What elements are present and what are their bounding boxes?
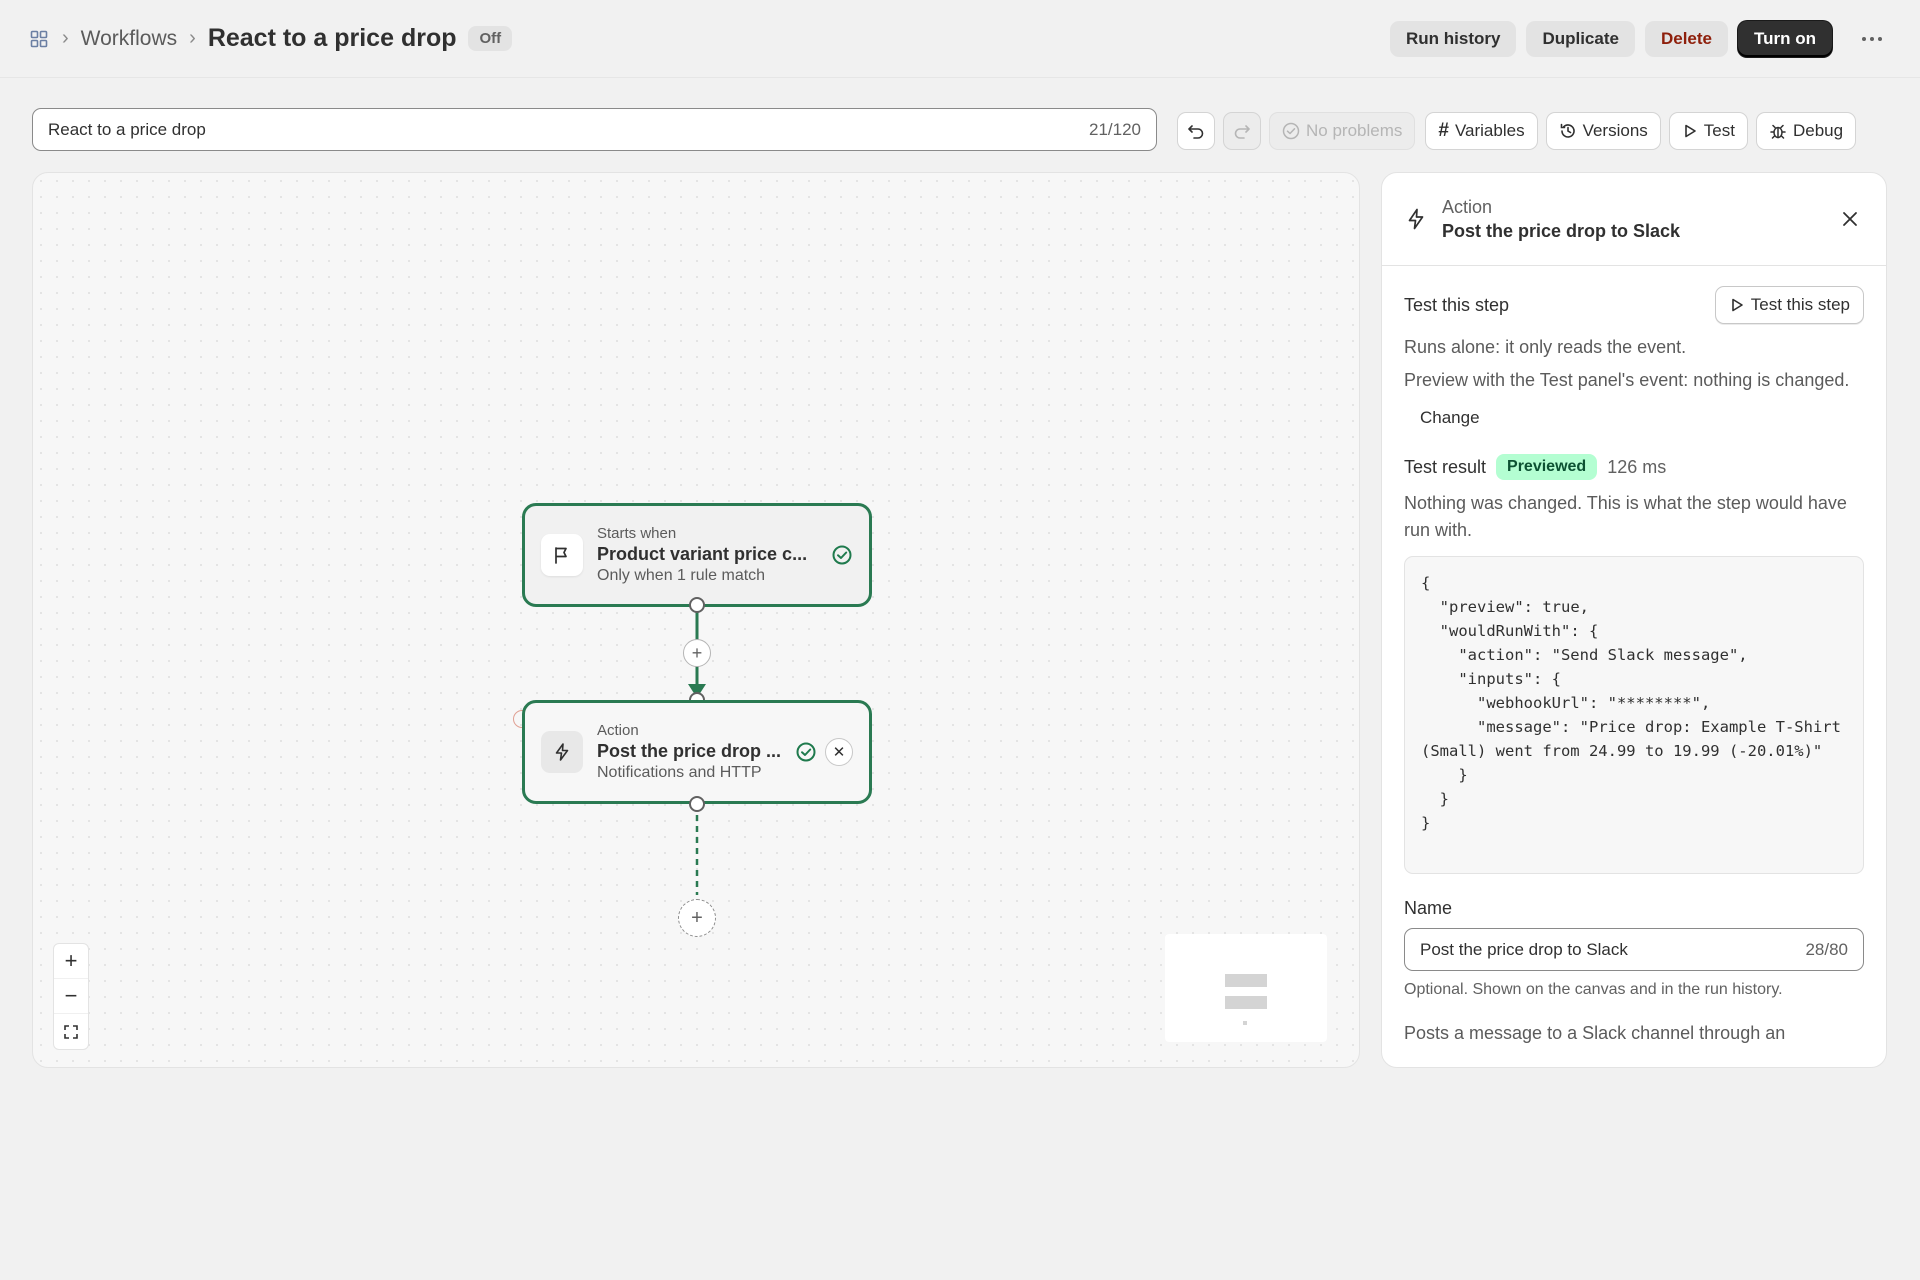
action-node[interactable]: Action Post the price drop ... Notificat… xyxy=(522,700,872,804)
trigger-output-port[interactable] xyxy=(689,597,705,613)
check-circle-icon xyxy=(795,741,817,763)
test-duration: 126 ms xyxy=(1607,456,1667,477)
redo-button[interactable] xyxy=(1223,112,1261,150)
more-actions-icon[interactable] xyxy=(1852,21,1892,57)
redo-icon xyxy=(1234,125,1250,139)
panel-kicker: Action xyxy=(1442,196,1493,217)
workflow-canvas[interactable]: Starts when Product variant price c... O… xyxy=(32,172,1360,1068)
run-history-button[interactable]: Run history xyxy=(1389,20,1517,57)
step-details-panel: Action Post the price drop to Slack Test… xyxy=(1381,172,1887,1068)
editor-toolbar: No problems # Variables Versions Test De… xyxy=(1177,112,1857,150)
duplicate-button[interactable]: Duplicate xyxy=(1526,20,1635,57)
workflow-name-count: 21/120 xyxy=(1089,119,1141,139)
test-this-step-label: Test this step xyxy=(1750,295,1850,314)
minimap[interactable] xyxy=(1165,934,1327,1042)
previewed-badge: Previewed xyxy=(1496,454,1598,480)
test-label: Test xyxy=(1703,121,1735,140)
status-badge: Off xyxy=(468,26,513,51)
check-circle-icon xyxy=(831,544,853,566)
remove-step-icon[interactable]: ✕ xyxy=(825,738,853,766)
workflows-app-icon[interactable] xyxy=(28,28,50,50)
zoom-out-button[interactable]: − xyxy=(54,979,88,1014)
history-icon xyxy=(1560,123,1575,138)
panel-header: Action Post the price drop to Slack xyxy=(1382,173,1886,266)
delete-button[interactable]: Delete xyxy=(1644,20,1728,57)
undo-button[interactable] xyxy=(1177,112,1215,150)
test-button[interactable]: Test xyxy=(1668,112,1748,150)
trigger-kicker: Starts when xyxy=(597,525,677,542)
trigger-node[interactable]: Starts when Product variant price c... O… xyxy=(522,503,872,607)
hash-icon: # xyxy=(1438,120,1449,141)
breadcrumb-workflows-link[interactable]: Workflows xyxy=(81,27,177,51)
top-bar: › Workflows › React to a price drop Off … xyxy=(0,0,1920,78)
debug-label: Debug xyxy=(1792,121,1844,140)
test-step-line-2: Preview with the Test panel's event: not… xyxy=(1404,370,1850,390)
undo-icon xyxy=(1188,125,1204,139)
breadcrumb: › Workflows › React to a price drop Off xyxy=(28,24,513,53)
trigger-title: Product variant price c... xyxy=(597,544,808,564)
fit-view-icon[interactable] xyxy=(54,1014,88,1049)
flag-icon xyxy=(541,534,583,576)
variables-label: Variables xyxy=(1454,121,1525,140)
test-result-code: { "preview": true, "wouldRunWith": { "ac… xyxy=(1404,556,1864,874)
turn-on-button[interactable]: Turn on xyxy=(1738,20,1832,57)
debug-button[interactable]: Debug xyxy=(1755,112,1857,150)
versions-button[interactable]: Versions xyxy=(1545,112,1661,150)
zoom-controls: + − xyxy=(53,943,89,1050)
step-name-field[interactable]: 28/80 xyxy=(1404,928,1864,971)
step-name-input[interactable] xyxy=(1420,939,1806,960)
change-button[interactable]: Change xyxy=(1420,408,1480,428)
versions-label: Versions xyxy=(1582,121,1648,140)
action-output-port[interactable] xyxy=(689,796,705,812)
variables-button[interactable]: # Variables xyxy=(1425,112,1538,150)
check-circle-icon xyxy=(1282,122,1300,140)
play-icon xyxy=(1731,298,1743,312)
workflow-name-field[interactable]: 21/120 xyxy=(32,108,1157,151)
problems-label: No problems xyxy=(1306,121,1403,140)
problems-status-button[interactable]: No problems xyxy=(1269,112,1416,150)
step-name-help: Optional. Shown on the canvas and in the… xyxy=(1404,981,1783,998)
panel-title: Post the price drop to Slack xyxy=(1442,220,1681,241)
step-description: Posts a message to a Slack channel throu… xyxy=(1404,1023,1786,1043)
zoom-in-button[interactable]: + xyxy=(54,944,88,979)
close-icon[interactable] xyxy=(1836,205,1864,233)
action-kicker: Action xyxy=(597,722,639,739)
test-step-heading: Test this step xyxy=(1404,294,1510,315)
add-step-button[interactable]: + xyxy=(683,639,711,667)
lightning-icon xyxy=(541,731,583,773)
action-subtitle: Notifications and HTTP xyxy=(597,764,762,781)
test-this-step-button[interactable]: Test this step xyxy=(1714,286,1864,324)
test-step-line-1: Runs alone: it only reads the event. xyxy=(1404,337,1687,357)
workflow-name-input[interactable] xyxy=(48,119,1089,140)
lightning-icon xyxy=(1404,207,1428,231)
test-result-label: Test result xyxy=(1404,456,1487,477)
chevron-right-icon: › xyxy=(62,27,69,49)
action-title: Post the price drop ... xyxy=(597,741,782,761)
chevron-right-icon: › xyxy=(189,27,196,49)
page-title: React to a price drop xyxy=(207,24,457,52)
bug-icon xyxy=(1770,124,1786,139)
step-name-count: 28/80 xyxy=(1805,939,1848,959)
add-next-step-button[interactable]: + xyxy=(678,899,716,937)
test-result-note: Nothing was changed. This is what the st… xyxy=(1404,493,1847,540)
name-field-label: Name xyxy=(1404,898,1453,918)
trigger-subtitle: Only when 1 rule match xyxy=(597,567,766,584)
play-icon xyxy=(1684,124,1696,138)
